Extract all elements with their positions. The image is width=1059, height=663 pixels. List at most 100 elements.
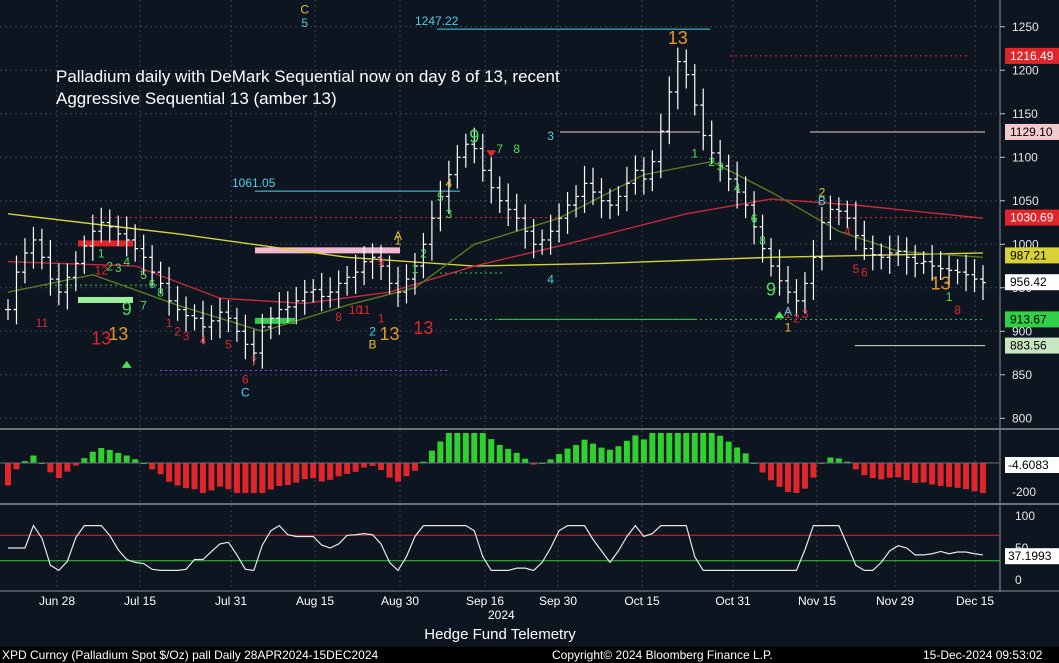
time-tick-label: Sep 30 bbox=[539, 594, 577, 608]
oscillator-1-bar bbox=[132, 459, 139, 463]
oscillator-1-bar bbox=[335, 463, 342, 477]
oscillator-1-bar bbox=[378, 463, 385, 470]
setup-count-digit: 8 bbox=[954, 303, 961, 317]
setup-count-digit: 4 bbox=[734, 181, 741, 195]
footer-timestamp: 15-Dec-2024 09:53:02 bbox=[923, 648, 1043, 662]
oscillator-1-bar bbox=[912, 463, 919, 483]
oscillator-1-bar bbox=[284, 463, 291, 486]
oscillator-1-bar bbox=[183, 463, 190, 489]
oscillator-1-bar bbox=[700, 433, 707, 463]
level-callout: 1247.22 bbox=[415, 14, 459, 28]
oscillator-2-tick: 0 bbox=[1015, 573, 1022, 587]
oscillator-1-bar bbox=[810, 463, 817, 478]
setup-count-digit: 3 bbox=[183, 329, 190, 343]
oscillator-1-bar bbox=[445, 433, 452, 463]
time-tick-label: Oct 15 bbox=[624, 594, 660, 608]
price-tick-label: 1100 bbox=[1012, 150, 1038, 164]
level-callout: 1061.05 bbox=[232, 176, 276, 190]
setup-count-digit: A bbox=[784, 305, 792, 319]
oscillator-1-bar bbox=[318, 463, 325, 482]
oscillator-1-bar bbox=[216, 463, 223, 487]
oscillator-1-bar bbox=[869, 463, 876, 479]
oscillator-1-bar bbox=[89, 451, 96, 463]
oscillator-1-bar bbox=[691, 433, 698, 463]
price-value-label: 1030.69 bbox=[1010, 211, 1054, 225]
oscillator-1-bar bbox=[683, 433, 690, 463]
setup-count-digit: 7 bbox=[496, 142, 503, 156]
time-tick-label: Jun 28 bbox=[39, 594, 75, 608]
setup-count-digit: 4 bbox=[123, 255, 130, 269]
oscillator-1-bar bbox=[929, 463, 936, 485]
setup-count-digit: 2 bbox=[708, 155, 715, 169]
oscillator-1-bar bbox=[81, 458, 88, 463]
oscillator-1-bar bbox=[327, 463, 334, 480]
time-tick-label: Oct 31 bbox=[715, 594, 751, 608]
oscillator-1-bar bbox=[581, 439, 588, 463]
setup-count-digit: 7 bbox=[251, 355, 258, 369]
setup-count-digit: 8 bbox=[759, 233, 766, 247]
oscillator-1-bar bbox=[657, 433, 664, 463]
oscillator-1-bar bbox=[55, 463, 62, 478]
setup-count-digit: 1 bbox=[691, 146, 698, 160]
oscillator-1-bar bbox=[717, 435, 724, 463]
oscillator-1-bar bbox=[954, 463, 961, 488]
oscillator-1-bar bbox=[886, 463, 893, 478]
oscillator-1-bar bbox=[115, 452, 122, 463]
setup-count-digit: 7 bbox=[140, 299, 147, 313]
price-value-label: 1216.49 bbox=[1010, 49, 1054, 63]
sequential-count-label: 9 bbox=[122, 299, 132, 319]
oscillator-1-bar bbox=[301, 463, 308, 480]
oscillator-1-bar bbox=[801, 463, 808, 489]
oscillator-1-bar bbox=[496, 444, 503, 463]
annotation-line-1: Palladium daily with DeMark Sequential n… bbox=[56, 67, 560, 86]
setup-count-digit: 3 bbox=[802, 307, 809, 321]
oscillator-1-bar bbox=[471, 433, 478, 463]
price-value-label: 883.56 bbox=[1010, 339, 1047, 353]
oscillator-1-bar bbox=[30, 455, 37, 463]
oscillator-1-bar bbox=[428, 450, 435, 463]
oscillator-1-bar bbox=[64, 463, 71, 472]
oscillator-1-bar bbox=[742, 453, 749, 463]
oscillator-1-bar bbox=[674, 433, 681, 463]
oscillator-1-bar bbox=[835, 458, 842, 463]
oscillator-1-bar bbox=[352, 463, 359, 472]
setup-count-digit: 8 bbox=[157, 285, 164, 299]
setup-count-digit: 5 bbox=[140, 268, 147, 282]
price-tick-label: 1200 bbox=[1012, 63, 1039, 77]
setup-count-digit: 2 bbox=[369, 325, 376, 339]
oscillator-1-bar bbox=[386, 463, 393, 478]
status-footer: XPD Curncy (Palladium Spot $/Oz) pall Da… bbox=[0, 647, 1059, 663]
sequential-count-label: 13 bbox=[91, 328, 111, 348]
footer-instrument: XPD Curncy (Palladium Spot $/Oz) pall Da… bbox=[2, 648, 379, 662]
setup-count-digit: B bbox=[818, 194, 826, 208]
oscillator-1-bar bbox=[852, 463, 859, 470]
setup-count-digit: 3 bbox=[115, 261, 122, 275]
sequential-count-label: 13 bbox=[668, 28, 688, 48]
oscillator-1-bar bbox=[759, 463, 766, 473]
oscillator-1-bar bbox=[5, 463, 11, 486]
oscillator-1-bar bbox=[149, 463, 156, 470]
watermark-text: Hedge Fund Telemetry bbox=[424, 626, 576, 643]
annotation-line-2: Aggressive Sequential 13 (amber 13) bbox=[56, 89, 337, 108]
setup-count-digit: 2 bbox=[793, 312, 800, 326]
price-pane bbox=[0, 0, 1000, 428]
setup-count-digit: 1 bbox=[166, 316, 173, 330]
setup-count-digit: 8 bbox=[335, 310, 342, 324]
oscillator-1-bar bbox=[395, 463, 401, 482]
time-tick-label: Aug 30 bbox=[381, 594, 419, 608]
price-tick-label: 800 bbox=[1012, 411, 1032, 425]
oscillator-1-bar bbox=[573, 445, 580, 463]
oscillator-1-bar bbox=[937, 463, 944, 486]
oscillator-2-pane bbox=[0, 505, 1000, 591]
oscillator-1-bar bbox=[259, 463, 266, 493]
oscillator-1-bar bbox=[522, 458, 529, 463]
price-tick-label: 1150 bbox=[1012, 107, 1038, 121]
oscillator-1-bar bbox=[615, 446, 622, 463]
setup-count-digit: 1 bbox=[785, 320, 792, 334]
setup-count-digit: A bbox=[394, 229, 402, 243]
setup-count-digit: 3 bbox=[717, 159, 724, 173]
setup-count-digit: 12 bbox=[95, 264, 109, 278]
oscillator-2-last-value: 37.1993 bbox=[1008, 549, 1052, 563]
time-tick-label: Sep 16 bbox=[466, 594, 504, 608]
oscillator-1-bar bbox=[479, 433, 486, 463]
